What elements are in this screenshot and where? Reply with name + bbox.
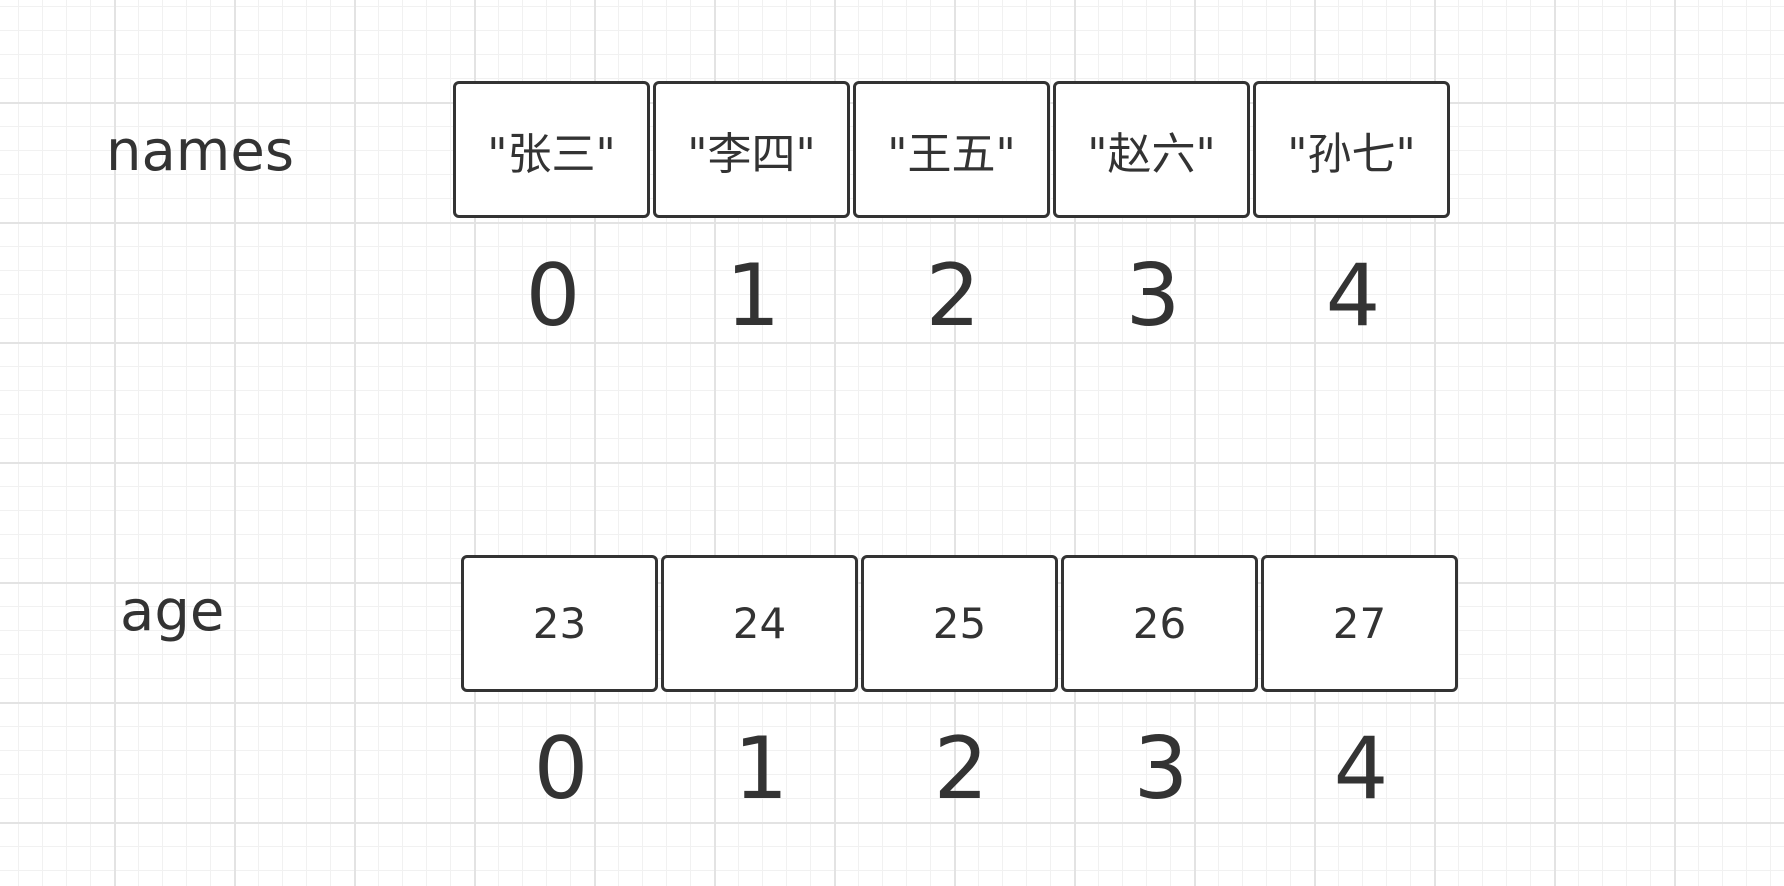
age-index-2: 2: [933, 719, 989, 819]
age-index-1: 1: [733, 719, 789, 819]
age-cell-0: 23: [461, 555, 658, 692]
age-cell-value: 25: [932, 599, 987, 648]
names-index-2: 2: [925, 246, 981, 346]
age-cell-value: 24: [732, 599, 787, 648]
names-cell-value: "王五": [887, 128, 1016, 180]
age-cell-value: 26: [1132, 599, 1187, 648]
names-cell-3: "赵六": [1053, 81, 1250, 218]
age-cell-value: 23: [532, 599, 587, 648]
names-cell-2: "王五": [853, 81, 1050, 218]
age-index-4: 4: [1333, 719, 1389, 819]
names-cell-0: "张三": [453, 81, 650, 218]
age-cell-3: 26: [1061, 555, 1258, 692]
age-array-label: age: [120, 579, 225, 644]
age-index-0: 0: [533, 719, 589, 819]
names-cell-value: "李四": [687, 128, 816, 180]
age-index-3: 3: [1133, 719, 1189, 819]
age-cell-1: 24: [661, 555, 858, 692]
age-cell-2: 25: [861, 555, 1058, 692]
names-index-4: 4: [1325, 246, 1381, 346]
names-index-3: 3: [1125, 246, 1181, 346]
names-cell-value: "赵六": [1087, 128, 1216, 180]
age-cell-4: 27: [1261, 555, 1458, 692]
names-cell-4: "孙七": [1253, 81, 1450, 218]
names-cell-value: "张三": [487, 128, 616, 180]
age-cell-value: 27: [1332, 599, 1387, 648]
names-index-0: 0: [525, 246, 581, 346]
names-index-1: 1: [725, 246, 781, 346]
names-cell-1: "李四": [653, 81, 850, 218]
names-cell-value: "孙七": [1287, 128, 1416, 180]
names-array-label: names: [106, 119, 294, 184]
